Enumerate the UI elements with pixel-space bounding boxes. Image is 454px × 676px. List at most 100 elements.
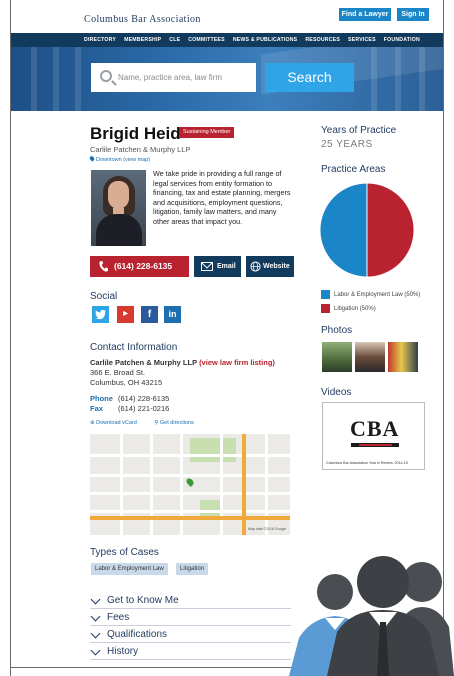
hero-column (419, 47, 425, 111)
years-of-practice-value: 25 YEARS (321, 139, 373, 150)
accordion-fees[interactable]: Fees (90, 610, 291, 626)
globe-icon (250, 261, 261, 272)
phone-icon (99, 261, 108, 272)
years-of-practice-heading: Years of Practice (321, 125, 397, 136)
practice-areas-heading: Practice Areas (321, 164, 386, 175)
get-directions-link[interactable]: ⚲ Get directions (154, 420, 202, 426)
search-input[interactable] (118, 63, 253, 92)
video-thumbnail[interactable]: CBA Columbus Bar Association Year in Rev… (322, 402, 425, 470)
contact-city: Columbus, OH 43215 (90, 377, 163, 387)
search-button[interactable]: Search (265, 63, 354, 92)
map-marker-icon (185, 477, 195, 487)
pie-slice-0 (319, 182, 368, 278)
hero-column (395, 47, 401, 111)
nav-item-services[interactable]: SERVICES (348, 37, 376, 43)
accordion-history[interactable]: History (90, 644, 291, 660)
linkedin-icon[interactable]: in (164, 306, 181, 323)
get-directions-label[interactable]: Get directions (160, 420, 194, 426)
hero-banner: Search (11, 47, 443, 111)
contact-address: 366 E. Broad St. Columbus, OH 43215 (90, 368, 162, 387)
call-button-label[interactable]: (614) 228-6135 (114, 261, 172, 271)
mail-icon (201, 262, 213, 271)
location-link-label[interactable]: Downtown (view map) (96, 157, 150, 163)
accordion-label[interactable]: Qualifications (107, 629, 167, 640)
lawyer-name: Brigid Heid (90, 124, 181, 143)
view-law-firm-link[interactable]: (view law firm listing) (199, 358, 275, 367)
nav-item-committees[interactable]: COMMITTEES (188, 37, 225, 43)
map-park (200, 500, 222, 516)
contact-heading: Contact Information (90, 342, 178, 353)
email-button[interactable]: Email (194, 256, 241, 277)
photo-face (108, 181, 129, 209)
contact-street: 366 E. Broad St. (90, 368, 146, 377)
legend-item-labor-employment: Labor & Employment Law (50%) (321, 290, 420, 299)
legend-label: Labor & Employment Law (50%) (334, 292, 421, 299)
lawyer-bio: We take pride in providing a full range … (153, 169, 291, 226)
accordion-label[interactable]: History (107, 646, 138, 657)
social-heading: Social (90, 291, 118, 302)
chevron-down-icon (90, 611, 101, 622)
sign-in-button[interactable]: Sign In (397, 8, 429, 21)
practice-areas-pie-chart (319, 182, 415, 278)
fax-label: Fax (90, 403, 103, 413)
hero-column (53, 47, 59, 111)
legend-swatch (321, 290, 330, 299)
case-tag-labor-employment[interactable]: Labor & Employment Law (91, 563, 168, 575)
hero-column (31, 47, 37, 111)
photo-thumbnail[interactable] (388, 342, 418, 372)
photo-thumbnail[interactable] (322, 342, 352, 372)
nav-item-cle[interactable]: CLE (169, 37, 180, 43)
accordion-get-to-know-me[interactable]: Get to Know Me (90, 593, 291, 609)
case-tag-litigation[interactable]: Litigation (176, 563, 209, 575)
legend-swatch (321, 304, 330, 313)
accordion-label[interactable]: Fees (107, 612, 129, 623)
nav-item-foundation[interactable]: FOUNDATION (384, 37, 420, 43)
fax-number: (614) 221-0216 (118, 403, 170, 413)
accordion-qualifications[interactable]: Qualifications (90, 627, 291, 643)
hero-column (75, 47, 81, 111)
download-vcard-link[interactable]: ⊕ Download vCard (90, 420, 145, 426)
map-caption: Map data ©2016 Google (248, 527, 287, 531)
location-map[interactable]: Map data ©2016 Google (90, 434, 290, 535)
search-icon (100, 70, 112, 82)
chevron-down-icon (90, 628, 101, 639)
email-button-label[interactable]: Email (217, 263, 236, 270)
phone-label: Phone (90, 394, 113, 403)
main-nav: DIRECTORY MEMBERSHIP CLE COMMITTEES NEWS… (11, 33, 443, 47)
youtube-icon[interactable]: ▶ (117, 306, 134, 323)
search-box (91, 63, 256, 92)
twitter-icon[interactable] (92, 306, 109, 323)
nav-item-resources[interactable]: RESOURCES (305, 37, 340, 43)
top-bar: Columbus Bar Association Find a Lawyer S… (11, 0, 443, 33)
nav-item-membership[interactable]: MEMBERSHIP (124, 37, 161, 43)
accordion-label[interactable]: Get to Know Me (107, 595, 179, 606)
find-a-lawyer-button[interactable]: Find a Lawyer (339, 8, 391, 21)
website-button-label[interactable]: Website (263, 263, 290, 270)
map-highway (90, 516, 290, 520)
chevron-down-icon (90, 645, 101, 656)
nav-item-news-publications[interactable]: NEWS & PUBLICATIONS (233, 37, 298, 43)
nav-item-directory[interactable]: DIRECTORY (84, 37, 116, 43)
chevron-down-icon (90, 594, 101, 605)
cba-video-logo: CBA (350, 416, 400, 441)
map-park (190, 438, 236, 462)
map-highway (242, 434, 246, 535)
lawyer-photo (91, 170, 146, 246)
website-button[interactable]: Website (246, 256, 294, 277)
location-link[interactable]: Downtown (view map) (88, 155, 150, 163)
photos-heading: Photos (321, 325, 353, 336)
people-silhouette-graphic (289, 556, 454, 676)
contact-firm: Carlile Patchen & Murphy LLP (view law f… (90, 358, 275, 367)
video-caption: Columbus Bar Association Year in Review,… (326, 461, 408, 465)
map-pin-icon (88, 155, 96, 162)
facebook-icon[interactable]: f (141, 306, 158, 323)
types-of-cases-heading: Types of Cases (90, 547, 159, 558)
cba-logo-accent (359, 444, 392, 446)
phone-number[interactable]: (614) 228-6135 (118, 394, 169, 403)
contact-phones: Phone (614) 228-6135 Fax (614) 221-0216 (90, 394, 169, 413)
site-logo[interactable]: Columbus Bar Association (84, 14, 201, 25)
photo-thumbnail[interactable] (355, 342, 385, 372)
call-button[interactable]: (614) 228-6135 (90, 256, 189, 277)
legend-item-litigation: Litigation (50%) (321, 304, 376, 313)
download-vcard-label[interactable]: Download vCard (96, 420, 137, 426)
